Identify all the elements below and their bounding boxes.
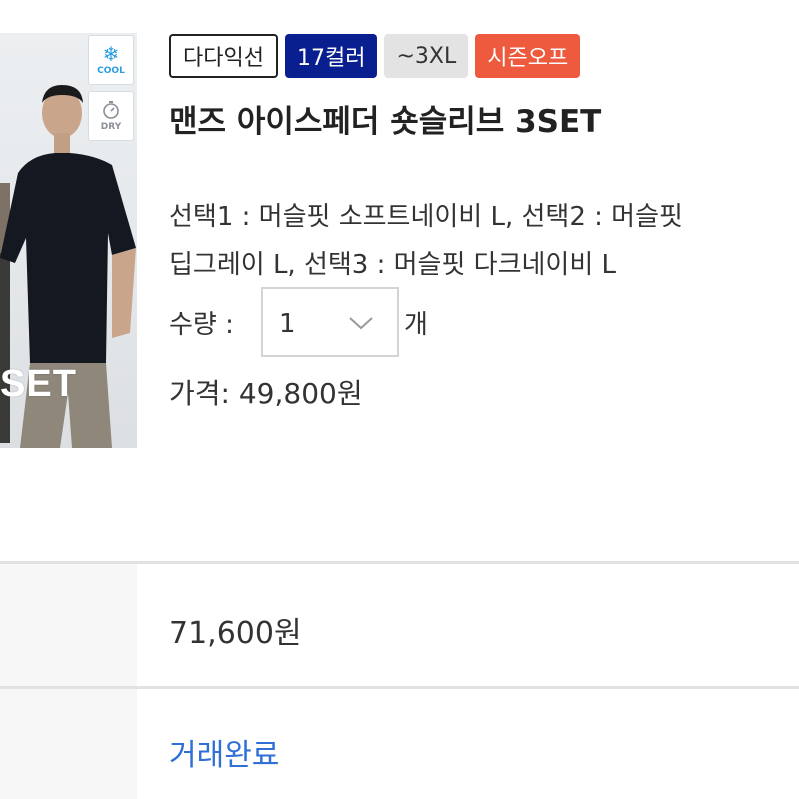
tag-season-off: 시즌오프 <box>475 34 581 78</box>
stopwatch-icon <box>103 101 119 119</box>
chevron-down-icon <box>349 317 373 330</box>
table-divider-top <box>0 561 799 564</box>
quantity-value: 1 <box>279 309 296 339</box>
tag-size-range: ~3XL <box>384 34 469 78</box>
options-line-2: 딥그레이 L, 선택3 : 머슬핏 다크네이비 L <box>169 250 617 280</box>
price-text: 가격: 49,800원 <box>169 377 363 410</box>
product-thumbnail[interactable]: ❄ COOL DRY SET <box>0 33 137 448</box>
quantity-label: 수량 : <box>169 310 234 340</box>
thumbnail-overlay-text: SET <box>0 363 77 405</box>
cool-label: COOL <box>97 66 125 76</box>
tag-17-colors: 17컬러 <box>284 34 378 78</box>
options-line-1: 선택1 : 머슬핏 소프트네이비 L, 선택2 : 머슬핏 <box>169 202 683 232</box>
quantity-select[interactable]: 1 <box>261 287 399 357</box>
quantity-unit: 개 <box>404 310 428 340</box>
trade-status: 거래완료 <box>169 738 280 773</box>
cool-badge: ❄ COOL <box>88 35 134 85</box>
product-tags: 다다익선 17컬러 ~3XL 시즌오프 <box>169 34 581 78</box>
product-title[interactable]: 맨즈 아이스페더 숏슬리브 3SET <box>169 96 601 141</box>
dry-label: DRY <box>100 122 122 132</box>
selected-options: 선택1 : 머슬핏 소프트네이비 L, 선택2 : 머슬핏 딥그레이 L, 선택… <box>169 193 799 289</box>
original-price: 71,600원 <box>169 616 302 651</box>
tag-dadaikseon: 다다익선 <box>169 34 278 78</box>
table-divider-middle <box>0 686 799 689</box>
dry-badge: DRY <box>88 91 134 141</box>
snowflake-icon: ❄ <box>102 42 120 66</box>
table-label-column <box>0 563 137 799</box>
